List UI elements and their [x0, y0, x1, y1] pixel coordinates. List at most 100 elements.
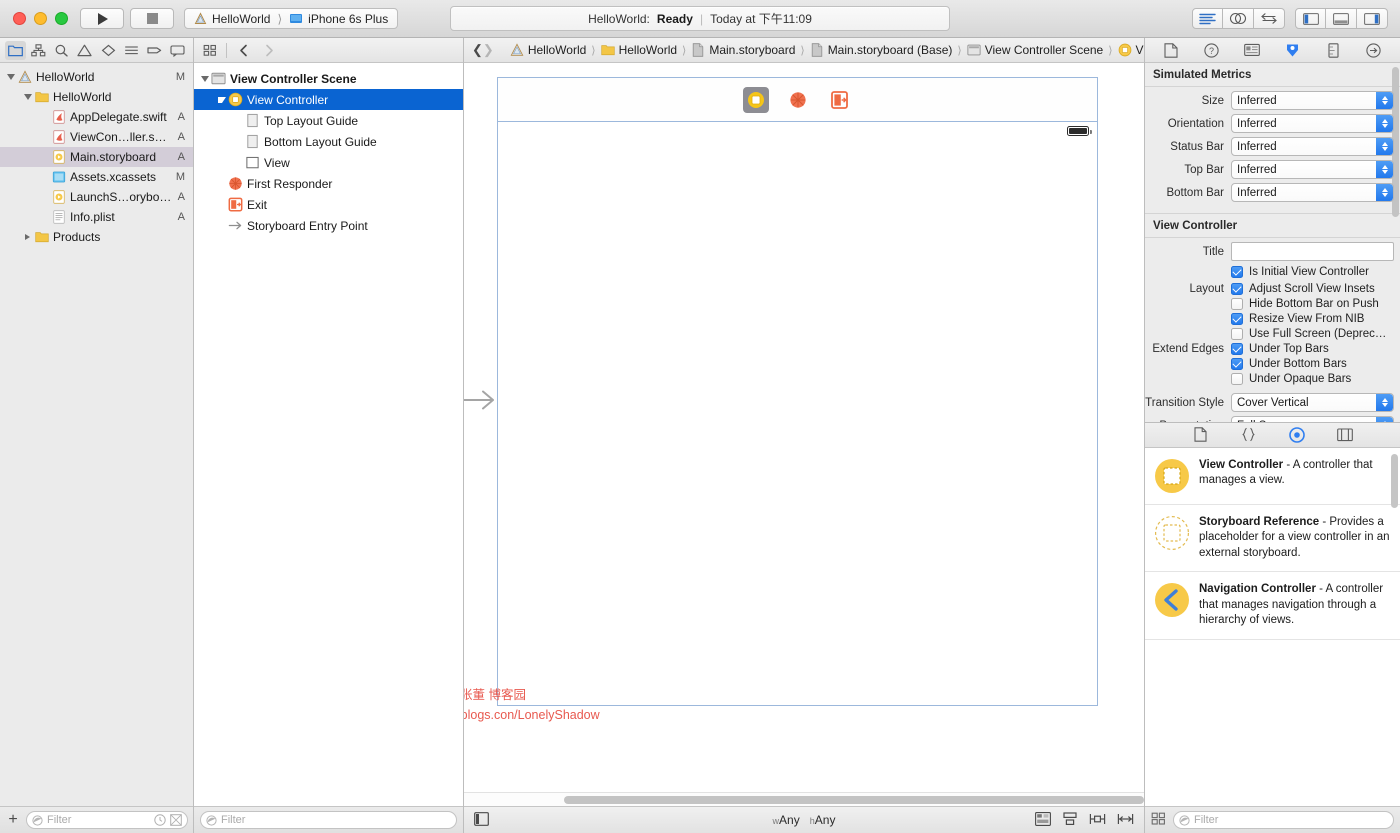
list-item[interactable]: View Controller - A controller that mana…: [1145, 448, 1400, 505]
transition-style-select[interactable]: Cover Vertical: [1231, 393, 1394, 412]
storyboard-canvas[interactable]: 张董 博客园 http://www.cnblogs.con/LonelyShad…: [464, 63, 1144, 806]
navigator-item-assets-xcassets[interactable]: Assets.xcassets M: [0, 167, 193, 187]
title-input[interactable]: [1231, 242, 1394, 261]
canvas-horizontal-scrollbar[interactable]: [464, 792, 1144, 806]
navigator-item-launchs-oryboard[interactable]: LaunchS…oryboard A: [0, 187, 193, 207]
library-scrollbar[interactable]: [1391, 453, 1398, 508]
root-view[interactable]: [498, 122, 1097, 704]
extend-edges-option-checkbox[interactable]: [1231, 373, 1243, 385]
layout-option-row[interactable]: Layout Adjust Scroll View Insets: [1145, 283, 1394, 295]
object-library-list[interactable]: View Controller - A controller that mana…: [1145, 447, 1400, 806]
layout-option-checkbox[interactable]: [1231, 283, 1243, 295]
navigator-filter-field[interactable]: Filter: [26, 811, 188, 829]
extend-edges-option-checkbox[interactable]: [1231, 358, 1243, 370]
simulated-metric-select[interactable]: Inferred: [1231, 183, 1394, 202]
navigator-item-main-storyboard[interactable]: Main.storyboard A: [0, 147, 193, 167]
extend-edges-option-checkbox[interactable]: [1231, 343, 1243, 355]
auto-layout-align-button[interactable]: [1062, 811, 1078, 829]
symbol-navigator-tab[interactable]: [28, 41, 49, 60]
toggle-document-outline-button[interactable]: [474, 811, 489, 829]
disclosure-triangle[interactable]: [4, 74, 17, 80]
editor-back-button[interactable]: ❮: [472, 40, 483, 60]
standard-editor-button[interactable]: [1192, 8, 1223, 29]
editor-forward-button[interactable]: ❯: [483, 40, 494, 60]
is-initial-vc-checkbox[interactable]: [1231, 266, 1243, 278]
outline-item-view-controller[interactable]: View Controller: [194, 89, 463, 110]
code-snippet-library-tab[interactable]: [1238, 425, 1260, 444]
outline-item-first-responder[interactable]: First Responder: [194, 173, 463, 194]
layout-option-checkbox[interactable]: [1231, 328, 1243, 340]
test-navigator-tab[interactable]: [98, 41, 119, 60]
scm-filter-icon[interactable]: [170, 814, 182, 826]
simulated-metric-select[interactable]: Inferred: [1231, 160, 1394, 179]
presentation-select[interactable]: Full Screen: [1231, 416, 1394, 422]
add-file-button[interactable]: +: [5, 812, 21, 828]
simulated-metric-select[interactable]: Inferred: [1231, 114, 1394, 133]
breadcrumb-item[interactable]: Main.storyboard: [691, 43, 795, 57]
navigator-item-info-plist[interactable]: Info.plist A: [0, 207, 193, 227]
breakpoint-navigator-tab[interactable]: [144, 41, 165, 60]
layout-option-row[interactable]: Use Full Screen (Deprec…: [1145, 328, 1394, 340]
minimize-window-button[interactable]: [34, 12, 47, 25]
attributes-inspector-tab[interactable]: [1282, 41, 1304, 60]
auto-layout-pin-button[interactable]: [1089, 812, 1106, 829]
run-button[interactable]: [80, 8, 124, 29]
layout-option-checkbox[interactable]: [1231, 313, 1243, 325]
maximize-window-button[interactable]: [55, 12, 68, 25]
scheme-selector[interactable]: HelloWorld ⟩ iPhone 6s Plus: [184, 8, 399, 29]
breadcrumb-item[interactable]: HelloWorld: [600, 43, 677, 57]
breadcrumb-item[interactable]: View Controller Scene: [967, 43, 1103, 57]
issue-navigator-tab[interactable]: [74, 41, 95, 60]
file-template-library-tab[interactable]: [1190, 425, 1212, 444]
exit-dock-icon[interactable]: [827, 87, 853, 113]
layout-option-row[interactable]: Resize View From NIB: [1145, 313, 1394, 325]
navigator-item-helloworld[interactable]: HelloWorld M: [0, 67, 193, 87]
canvas-scroll-thumb[interactable]: [564, 796, 1144, 804]
object-library-tab[interactable]: [1286, 425, 1308, 444]
toggle-utilities-button[interactable]: [1357, 8, 1388, 29]
back-arrow-icon[interactable]: [233, 41, 253, 59]
quick-help-inspector-tab[interactable]: ?: [1201, 41, 1223, 60]
navigator-item-products[interactable]: Products: [0, 227, 193, 247]
disclosure-triangle[interactable]: [198, 75, 211, 82]
view-controller-scene[interactable]: 张董 博客园 http://www.cnblogs.con/LonelyShad…: [464, 77, 1098, 722]
library-grid-icon[interactable]: [200, 41, 220, 59]
navigator-item-helloworld[interactable]: HelloWorld: [0, 87, 193, 107]
outline-item-storyboard-entry-point[interactable]: Storyboard Entry Point: [194, 215, 463, 236]
simulated-metric-select[interactable]: Inferred: [1231, 137, 1394, 156]
layout-option-checkbox[interactable]: [1231, 298, 1243, 310]
extend-edges-option-row[interactable]: Under Bottom Bars: [1145, 358, 1394, 370]
auto-layout-issues-button[interactable]: [1035, 811, 1051, 829]
connections-inspector-tab[interactable]: [1363, 41, 1385, 60]
outline-item-bottom-layout-guide[interactable]: Bottom Layout Guide: [194, 131, 463, 152]
stop-button[interactable]: [130, 8, 174, 29]
close-window-button[interactable]: [13, 12, 26, 25]
list-item[interactable]: Storyboard Reference - Provides a placeh…: [1145, 505, 1400, 573]
debug-navigator-tab[interactable]: [121, 41, 142, 60]
layout-option-row[interactable]: Hide Bottom Bar on Push: [1145, 298, 1394, 310]
project-navigator-tab[interactable]: [5, 40, 27, 60]
first-responder-dock-icon[interactable]: [785, 87, 811, 113]
extend-edges-option-row[interactable]: Under Opaque Bars: [1145, 373, 1394, 385]
outline-item-view[interactable]: View: [194, 152, 463, 173]
outline-filter-field[interactable]: Filter: [200, 811, 457, 829]
identity-inspector-tab[interactable]: [1241, 41, 1263, 60]
version-editor-button[interactable]: [1254, 8, 1285, 29]
is-initial-vc-row[interactable]: Is Initial View Controller: [1145, 266, 1394, 278]
file-inspector-tab[interactable]: [1160, 41, 1182, 60]
forward-arrow-icon[interactable]: [259, 41, 279, 59]
auto-layout-resolve-button[interactable]: [1117, 812, 1134, 829]
clock-icon[interactable]: [154, 814, 166, 826]
outline-item-view-controller-scene[interactable]: View Controller Scene: [194, 68, 463, 89]
disclosure-triangle[interactable]: [215, 96, 228, 103]
breadcrumb-item[interactable]: HelloWorld: [510, 43, 586, 57]
assistant-editor-button[interactable]: [1223, 8, 1254, 29]
size-inspector-tab[interactable]: [1322, 41, 1344, 60]
report-navigator-tab[interactable]: [167, 41, 188, 60]
breadcrumb-item[interactable]: Main.storyboard (Base): [810, 43, 952, 57]
disclosure-triangle[interactable]: [21, 234, 34, 240]
disclosure-triangle[interactable]: [21, 94, 34, 100]
outline-item-exit[interactable]: Exit: [194, 194, 463, 215]
extend-edges-option-row[interactable]: Extend Edges Under Top Bars: [1145, 343, 1394, 355]
find-navigator-tab[interactable]: [51, 41, 72, 60]
